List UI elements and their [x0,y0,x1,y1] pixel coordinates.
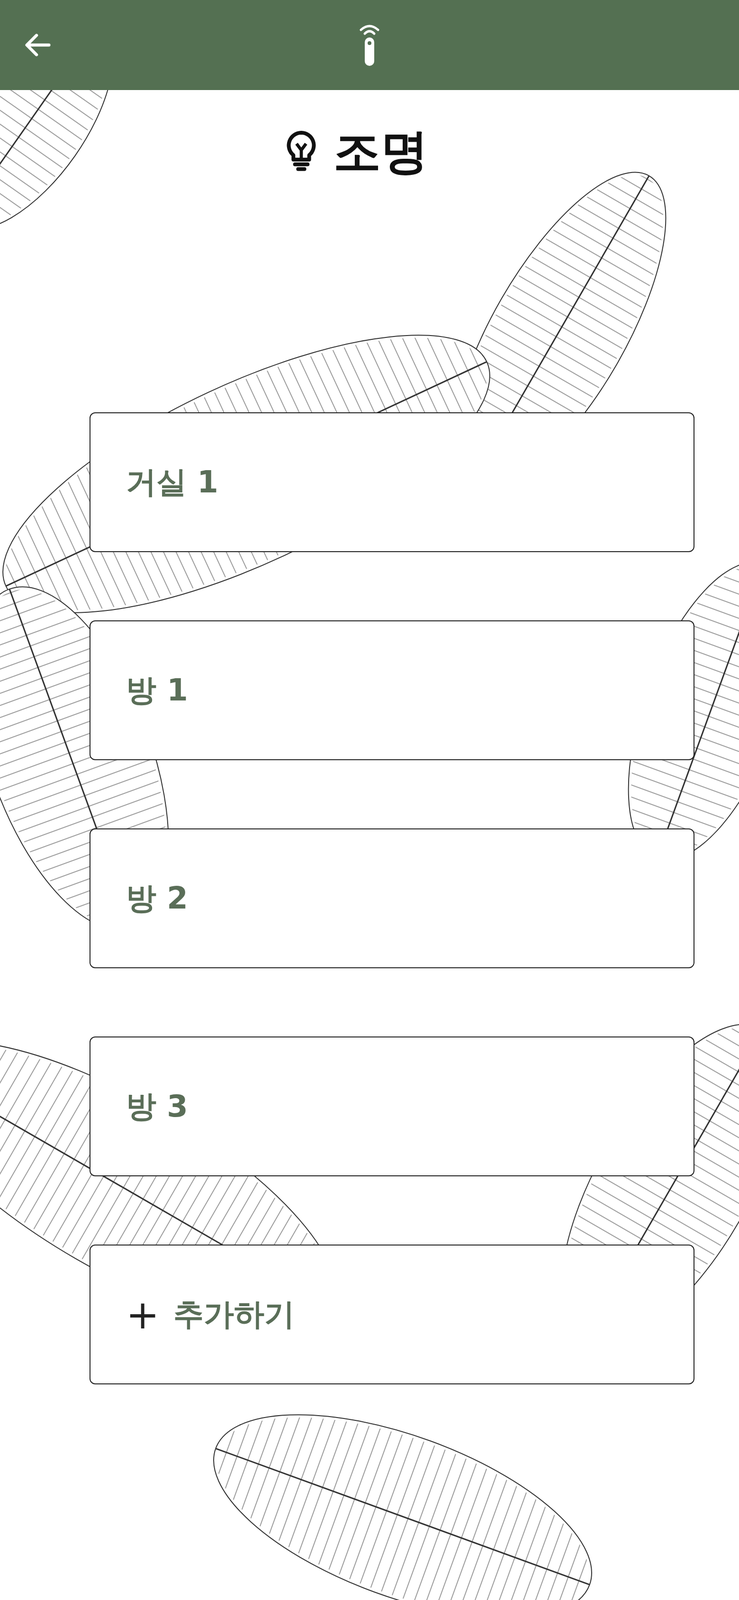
room-label: 방 1 [126,669,189,711]
title-text: 조명 [333,123,429,181]
room-label: 방 3 [126,1085,189,1127]
title: 조명 [0,123,739,181]
back-button[interactable] [21,28,55,64]
remote-icon [355,21,384,69]
room-card[interactable]: 거실 1 [89,412,695,552]
add-label: 추가하기 [173,1293,295,1335]
room-label: 거실 1 [126,461,219,503]
room-card[interactable]: 방 1 [89,620,695,760]
add-button[interactable]: + 추가하기 [89,1243,695,1384]
plus-icon: + [126,1294,160,1334]
light-bulb-icon [282,128,321,175]
room-card[interactable]: 방 2 [89,828,695,968]
content: 조명거실 1 방 1 방 2 방 3 + 추가하기 [0,90,739,1384]
room-label: 방 2 [126,877,189,919]
top-bar [0,0,739,91]
room-list: 거실 1 방 1 방 2 방 3 + 추가하기 [0,412,739,1384]
room-card[interactable]: 방 3 [89,1036,695,1176]
lighting-screen: 조명거실 1 방 1 방 2 방 3 + 추가하기 [0,0,739,1600]
back-arrow-icon [21,28,55,62]
